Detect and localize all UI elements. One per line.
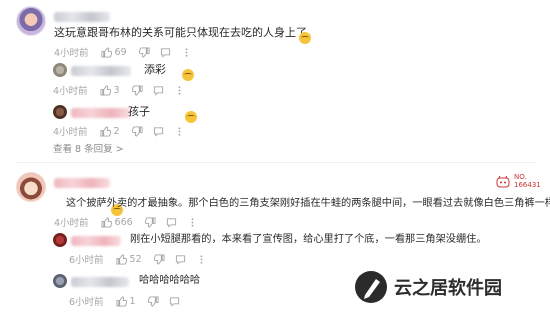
comment-time: 4小时前: [54, 48, 89, 59]
dislike-icon[interactable]: [131, 84, 143, 96]
like-icon[interactable]: [100, 84, 111, 96]
reply-icon[interactable]: [160, 47, 171, 58]
reply-meta: 6小时前 52: [69, 252, 207, 266]
watermark-text: 云之居软件园: [394, 278, 502, 299]
doge-emoji-icon: [185, 111, 198, 123]
like-icon[interactable]: [116, 295, 127, 307]
avatar[interactable]: [16, 6, 46, 36]
like-icon[interactable]: [100, 125, 111, 137]
reply-meta: 4小时前 3: [53, 83, 185, 97]
doge-emoji-icon: [299, 32, 311, 44]
reply-text: 刚在小短腿那看的，本来看了宣传图，给心里打了个底，一看那三角架没绷住。: [130, 234, 487, 245]
reply-icon[interactable]: [166, 217, 177, 228]
reply-username[interactable]: [71, 236, 121, 246]
avatar[interactable]: [16, 172, 46, 202]
like-count: 666: [114, 216, 133, 228]
reply-username[interactable]: [71, 66, 131, 76]
more-options-icon[interactable]: [187, 217, 198, 228]
reply-icon[interactable]: [153, 126, 164, 137]
reply-username[interactable]: [71, 277, 129, 287]
reply-avatar[interactable]: [53, 233, 67, 247]
username[interactable]: [54, 12, 110, 22]
reply-icon[interactable]: [169, 296, 180, 307]
reply-avatar[interactable]: [53, 274, 67, 288]
reply-time: 6小时前: [69, 297, 104, 308]
dislike-icon[interactable]: [138, 46, 150, 58]
comment-meta: 4小时前 69: [54, 45, 192, 59]
reply-meta: 4小时前 2: [53, 124, 185, 138]
watermark-logo: 云之居软件园: [354, 270, 502, 304]
comment-meta: 4小时前 666: [54, 215, 198, 229]
like-icon[interactable]: [101, 216, 112, 228]
reply-time: 4小时前: [53, 127, 88, 138]
fan-badge: NO. 166431: [496, 170, 541, 192]
username[interactable]: [54, 178, 110, 188]
reply-username[interactable]: [71, 108, 131, 118]
badge-number: 166431: [514, 181, 541, 189]
like-count: 52: [129, 253, 142, 265]
like-count: 69: [114, 46, 127, 58]
like-count: 2: [113, 125, 120, 137]
view-more-replies-link[interactable]: 查看 8 条回复 >: [53, 141, 124, 155]
reply-icon[interactable]: [175, 254, 186, 265]
reply-text: 添彩: [144, 63, 166, 76]
pen-logo-icon: [354, 270, 388, 304]
dislike-icon[interactable]: [147, 295, 159, 307]
more-options-icon[interactable]: [196, 254, 207, 265]
doge-emoji-icon: [182, 69, 195, 81]
reply-time: 4小时前: [53, 86, 88, 97]
reply-icon[interactable]: [153, 85, 164, 96]
badge-label: NO.: [514, 173, 527, 181]
like-icon[interactable]: [101, 46, 112, 58]
reply-text: 孩子: [128, 105, 150, 118]
comment-time: 4小时前: [54, 218, 89, 229]
reply-avatar[interactable]: [53, 63, 67, 77]
dislike-icon[interactable]: [144, 216, 156, 228]
divider: [16, 162, 536, 163]
like-count: 3: [113, 84, 120, 96]
badge-icon: [496, 174, 510, 188]
more-options-icon[interactable]: [174, 126, 185, 137]
dislike-icon[interactable]: [153, 253, 165, 265]
dislike-icon[interactable]: [131, 125, 143, 137]
like-count: 1: [129, 295, 136, 307]
more-options-icon[interactable]: [181, 47, 192, 58]
reply-meta: 6小时前 1: [69, 294, 180, 308]
comment-text: 这个披萨外卖的才最抽象。那个白色的三角支架刚好插在牛蛙的两条腿中间，一眼看过去就…: [66, 198, 550, 209]
reply-avatar[interactable]: [53, 105, 67, 119]
reply-text: 哈哈哈哈哈哈: [139, 275, 201, 286]
comment-text: 这玩意跟哥布林的关系可能只体现在去吃的人身上了: [54, 26, 307, 39]
like-icon[interactable]: [116, 253, 127, 265]
more-options-icon[interactable]: [174, 85, 185, 96]
reply-time: 6小时前: [69, 255, 104, 266]
